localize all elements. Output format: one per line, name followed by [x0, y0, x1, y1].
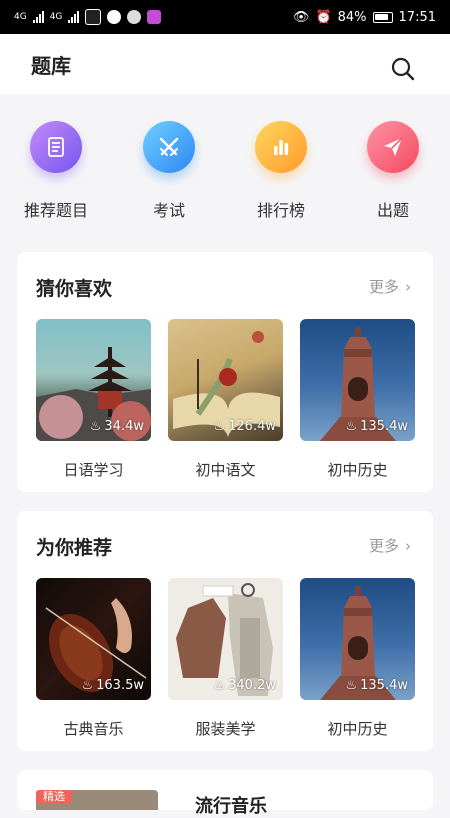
topic-label: 初中历史: [327, 720, 388, 738]
topic-thumbnail: ♨ 135.4w: [300, 319, 415, 441]
section-title: 猜你喜欢: [36, 278, 113, 300]
category-label: 推荐题目: [23, 201, 88, 220]
crossed-swords-icon: [159, 137, 179, 156]
guess-you-like-card: 猜你喜欢 更多 › ♨ 34.4w 日语学习 ♨ 126.4w 初中语文 ♨ 1…: [17, 252, 433, 492]
app-icon: [127, 10, 142, 24]
signal-icon: [32, 11, 44, 23]
category-label: 出题: [376, 201, 409, 220]
fire-icon: ♨: [213, 678, 226, 693]
topic-label: 服装美学: [195, 720, 256, 738]
view-count: ♨ 126.4w: [213, 419, 276, 434]
search-button[interactable]: [390, 56, 416, 82]
view-count: ♨ 34.4w: [90, 419, 144, 434]
bar-chart-icon: [274, 140, 289, 155]
topic-item[interactable]: ♨ 163.5w 古典音乐: [36, 578, 151, 739]
signal-label-1: 4G: [14, 11, 27, 22]
recommended-card: 为你推荐 更多 › ♨ 163.5w 古典音乐 ♨ 340.2w 服装美学 ♨ …: [17, 511, 433, 751]
topic-thumbnail: ♨ 126.4w: [168, 319, 283, 441]
status-bar: 4G 4G 👁 ⏰ 84% 17:51: [0, 0, 450, 34]
view-count: ♨ 135.4w: [345, 678, 408, 693]
view-count-value: 34.4w: [104, 419, 144, 434]
topic-label: 初中语文: [195, 461, 256, 479]
paper-plane-icon: [384, 137, 403, 156]
status-left: 4G 4G: [14, 9, 162, 25]
chevron-right-icon: ›: [405, 536, 411, 555]
featured-title: 流行音乐: [195, 796, 267, 817]
chevron-right-icon: ›: [405, 277, 411, 296]
clock: 17:51: [398, 9, 436, 25]
page-title: 题库: [31, 54, 71, 78]
signal-icon-2: [68, 11, 80, 23]
topic-thumbnail: ♨ 34.4w: [36, 319, 151, 441]
view-count: ♨ 135.4w: [345, 419, 408, 434]
category-icon-bg: [367, 121, 419, 173]
category-ranking[interactable]: 排行榜: [236, 118, 326, 221]
view-count-value: 135.4w: [360, 678, 408, 693]
view-count: ♨ 340.2w: [213, 678, 276, 693]
more-label: 更多: [368, 278, 399, 296]
battery-percent: 84%: [337, 9, 367, 25]
topic-item[interactable]: ♨ 135.4w 初中历史: [300, 319, 415, 480]
fire-icon: ♨: [81, 678, 94, 693]
topic-item[interactable]: ♨ 126.4w 初中语文: [168, 319, 283, 480]
category-icon-bg: [255, 121, 307, 173]
more-link[interactable]: 更多 ›: [369, 535, 411, 556]
topic-thumbnail: ♨ 135.4w: [300, 578, 415, 700]
category-shortcuts: 推荐题目 考试 排行榜 出题: [0, 118, 450, 228]
featured-badge: 精选: [36, 790, 72, 804]
alarm-icon: ⏰: [315, 9, 332, 25]
topic-item[interactable]: ♨ 340.2w 服装美学: [168, 578, 283, 739]
app-header: 题库: [0, 34, 450, 94]
fire-icon: ♨: [345, 419, 358, 434]
category-icon-bg: [30, 121, 82, 173]
section-title: 为你推荐: [36, 537, 113, 559]
battery-icon: [372, 11, 393, 23]
topic-label: 古典音乐: [63, 720, 124, 738]
topic-thumbnail: ♨ 340.2w: [168, 578, 283, 700]
view-count-value: 135.4w: [360, 419, 408, 434]
topic-item[interactable]: ♨ 135.4w 初中历史: [300, 578, 415, 739]
category-recommended-questions[interactable]: 推荐题目: [11, 118, 101, 221]
fire-icon: ♨: [89, 419, 102, 434]
topic-label: 初中历史: [327, 461, 388, 479]
view-count-value: 340.2w: [228, 678, 276, 693]
search-icon: [391, 57, 415, 81]
app-icon-2: [147, 10, 162, 24]
fire-icon: ♨: [345, 678, 358, 693]
view-count-value: 126.4w: [228, 419, 276, 434]
tiktok-icon: [85, 9, 102, 25]
more-link[interactable]: 更多 ›: [369, 276, 411, 297]
topic-item[interactable]: ♨ 34.4w 日语学习: [36, 319, 151, 480]
category-exam[interactable]: 考试: [124, 118, 214, 221]
view-count: ♨ 163.5w: [81, 678, 144, 693]
category-create-question[interactable]: 出题: [348, 118, 438, 221]
chat-icon: [107, 10, 122, 24]
category-label: 排行榜: [256, 201, 305, 220]
category-label: 考试: [152, 201, 185, 220]
more-label: 更多: [368, 537, 399, 555]
signal-label-2: 4G: [49, 11, 63, 22]
eye-icon: 👁: [292, 9, 310, 25]
fire-icon: ♨: [213, 419, 226, 434]
topic-label: 日语学习: [63, 461, 124, 479]
category-icon-bg: [143, 121, 195, 173]
featured-card[interactable]: 精选 流行音乐: [17, 770, 433, 817]
view-count-value: 163.5w: [96, 678, 144, 693]
status-right: 👁 ⏰ 84% 17:51: [293, 10, 436, 25]
topic-thumbnail: ♨ 163.5w: [36, 578, 151, 700]
list-icon: [48, 137, 64, 157]
